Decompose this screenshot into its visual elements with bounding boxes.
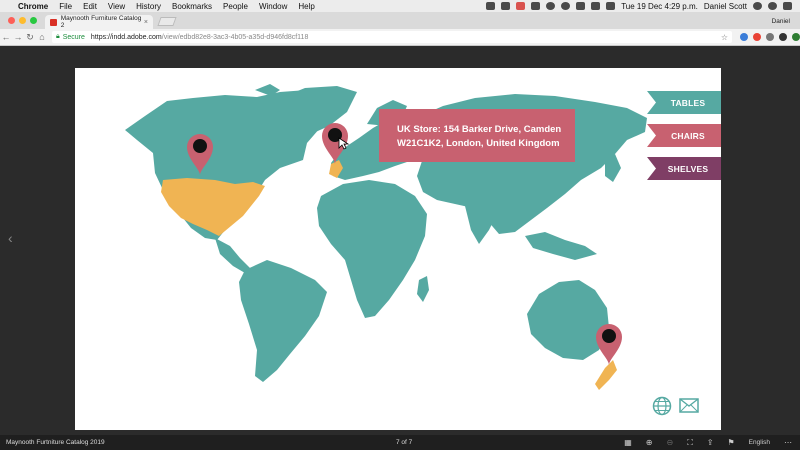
url-host: https://indd.adobe.com <box>90 33 162 41</box>
search-icon[interactable] <box>753 2 762 10</box>
mail-icon[interactable] <box>679 398 699 413</box>
menubar-clock[interactable]: Tue 19 Dec 4:29 p.m. <box>621 2 698 11</box>
tray-icon[interactable] <box>501 2 511 10</box>
tab-title: Maynooth Furniture Catalog 2 <box>60 15 142 29</box>
zoom-in-icon[interactable]: ⊕ <box>646 438 653 447</box>
menu-app-chrome[interactable]: Chrome <box>18 2 48 11</box>
close-window-button[interactable] <box>8 17 15 24</box>
url-path: /view/edbd82e8-3ac3-4b05-a35d-d946fd8cf1… <box>161 33 309 41</box>
document-title: Maynooth Furtniture Catalog 2019 <box>6 439 105 446</box>
tab-catalog[interactable]: Maynooth Furniture Catalog 2 × <box>45 15 153 29</box>
menu-view[interactable]: View <box>108 2 125 11</box>
usa-highlight <box>161 178 265 236</box>
tables-ribbon-button[interactable]: TABLES <box>647 91 721 114</box>
battery-icon[interactable] <box>606 2 616 10</box>
secure-label: Secure <box>62 33 85 41</box>
browser-toolbar: ← → ↻ ⌂ 🔒︎ Secure https://indd.adobe.com… <box>0 29 800 46</box>
tab-close-icon[interactable]: × <box>144 19 148 26</box>
forward-icon[interactable]: → <box>12 32 24 42</box>
home-icon[interactable]: ⌂ <box>36 32 48 42</box>
status-area: Tue 19 Dec 4:29 p.m. Daniel Scott <box>486 2 800 11</box>
fullscreen-icon[interactable]: ⛶ <box>687 438 693 448</box>
viewer-bottom-bar: Maynooth Furtniture Catalog 2019 7 of 7 … <box>0 435 800 450</box>
pin-new-zealand[interactable] <box>596 324 622 365</box>
extension-icon[interactable] <box>766 33 774 41</box>
record-icon[interactable] <box>516 2 526 10</box>
extensions <box>740 33 800 41</box>
viewer-tools: ▦ ⊕ ⊖ ⛶ ⇪ ⚑ English ⋯ <box>624 438 792 448</box>
flag-icon[interactable]: ⚑ <box>728 438 735 447</box>
adobe-favicon-icon <box>50 18 57 26</box>
language-select[interactable]: English <box>749 439 770 446</box>
south-america <box>239 260 327 382</box>
central-america <box>215 238 250 273</box>
extension-icon[interactable] <box>792 33 800 41</box>
menu-file[interactable]: File <box>59 2 72 11</box>
tab-strip: Maynooth Furniture Catalog 2 × Daniel <box>0 12 800 29</box>
menu-history[interactable]: History <box>136 2 161 11</box>
madagascar <box>417 276 429 302</box>
more-icon[interactable]: ⋯ <box>784 438 792 447</box>
southeast-asia <box>525 232 597 260</box>
shelves-ribbon-button[interactable]: SHELVES <box>647 157 721 180</box>
address-bar[interactable]: 🔒︎ Secure https://indd.adobe.com /view/e… <box>52 31 732 43</box>
nz-highlight <box>595 360 617 390</box>
minimize-window-button[interactable] <box>19 17 26 24</box>
tooltip-line-1: UK Store: 154 Barker Drive, Camden <box>397 124 562 135</box>
window-controls <box>0 17 45 29</box>
australia <box>527 280 609 360</box>
volume-icon[interactable] <box>591 2 601 10</box>
menu-bookmarks[interactable]: Bookmarks <box>172 2 212 11</box>
tooltip-line-2: W21C1K2, London, United Kingdom <box>397 138 560 149</box>
extension-icon[interactable] <box>779 33 787 41</box>
africa <box>317 180 427 318</box>
menu-bar: Chrome File Edit View History Bookmarks … <box>0 0 800 12</box>
extension-icon[interactable] <box>740 33 748 41</box>
globe-icon[interactable] <box>652 396 672 416</box>
menu-people[interactable]: People <box>223 2 248 11</box>
cloud-icon[interactable] <box>546 2 556 10</box>
menu-edit[interactable]: Edit <box>83 2 97 11</box>
catalog-page: TABLES CHAIRS SHELVES UK Store: 154 Bark… <box>75 68 721 430</box>
reload-icon[interactable]: ↻ <box>24 32 36 43</box>
list-icon[interactable] <box>783 2 792 10</box>
previous-page-icon[interactable]: ‹ <box>8 230 13 246</box>
grid-icon[interactable] <box>531 2 541 10</box>
store-tooltip: UK Store: 154 Barker Drive, Camden W21C1… <box>379 109 575 162</box>
wifi-icon[interactable] <box>576 2 586 10</box>
back-icon[interactable]: ← <box>0 32 12 42</box>
extension-icon[interactable] <box>753 33 761 41</box>
zoom-out-icon[interactable]: ⊖ <box>666 438 673 447</box>
new-tab-button[interactable] <box>157 17 177 26</box>
share-icon[interactable]: ⇪ <box>707 438 714 447</box>
page-indicator: 7 of 7 <box>396 439 413 446</box>
menubar-user[interactable]: Daniel Scott <box>704 2 747 11</box>
chairs-ribbon-button[interactable]: CHAIRS <box>647 124 721 147</box>
document-viewer: ‹ TABLES CHAIRS SHELVES UK Store: 154 Ba… <box>0 47 800 435</box>
bookmark-star-icon[interactable]: ☆ <box>721 33 728 42</box>
zoom-window-button[interactable] <box>30 17 37 24</box>
dropbox-icon[interactable] <box>486 2 496 10</box>
profile-name[interactable]: Daniel <box>772 18 800 29</box>
menu-help[interactable]: Help <box>298 2 314 11</box>
lock-icon: 🔒︎ <box>56 33 60 40</box>
grid-view-icon[interactable]: ▦ <box>624 438 632 447</box>
menu-window[interactable]: Window <box>259 2 287 11</box>
siri-icon[interactable] <box>768 2 777 10</box>
clock-icon[interactable] <box>561 2 571 10</box>
